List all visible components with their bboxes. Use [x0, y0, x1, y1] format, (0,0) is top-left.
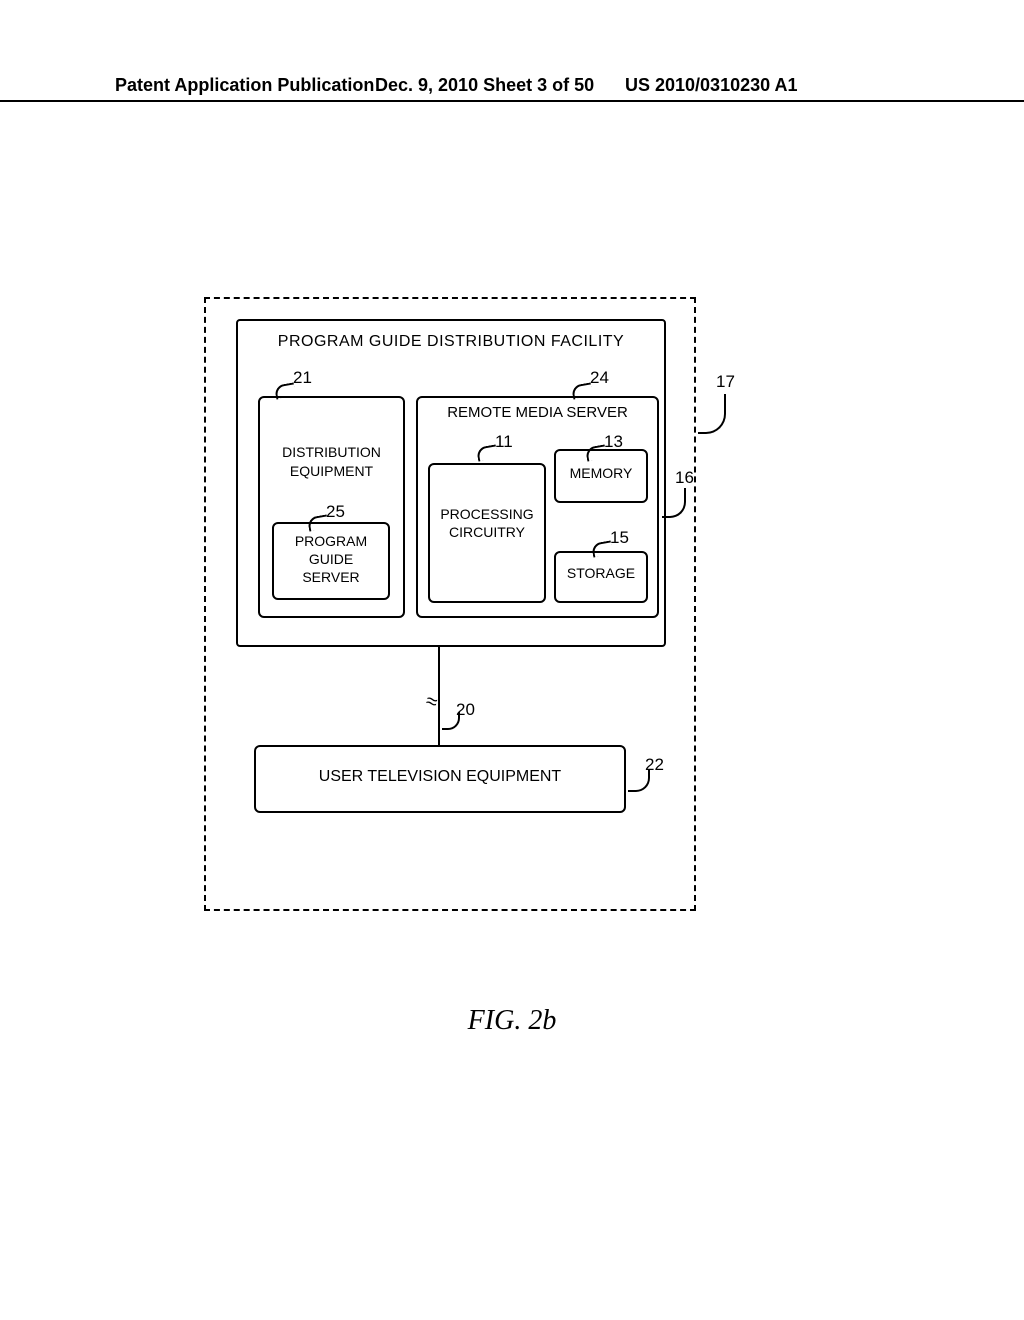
ref-15: 15 — [610, 528, 629, 548]
remote-media-server-label: REMOTE MEDIA SERVER — [418, 404, 657, 421]
header-divider — [0, 100, 1024, 102]
program-guide-server-box: PROGRAM GUIDE SERVER — [272, 522, 390, 600]
ref-21: 21 — [293, 368, 312, 388]
storage-box: STORAGE — [554, 551, 648, 603]
ref-24: 24 — [590, 368, 609, 388]
user-television-equipment-box: USER TELEVISION EQUIPMENT — [254, 745, 626, 813]
ref-17: 17 — [716, 372, 735, 392]
lead-17 — [698, 394, 726, 434]
processing-circuitry-box: PROCESSING CIRCUITRY — [428, 463, 546, 603]
distribution-equipment-label: DISTRIBUTION EQUIPMENT — [260, 443, 403, 481]
header-publication: Patent Application Publication — [115, 75, 374, 96]
figure-caption: FIG. 2b — [0, 1005, 1024, 1037]
ref-25: 25 — [326, 502, 345, 522]
header-patent-number: US 2010/0310230 A1 — [625, 75, 797, 96]
ref-13: 13 — [604, 432, 623, 452]
facility-title: PROGRAM GUIDE DISTRIBUTION FACILITY — [238, 333, 664, 351]
ref-11: 11 — [495, 432, 513, 452]
ref-16: 16 — [675, 468, 694, 488]
header-date-sheet: Dec. 9, 2010 Sheet 3 of 50 — [375, 75, 594, 96]
